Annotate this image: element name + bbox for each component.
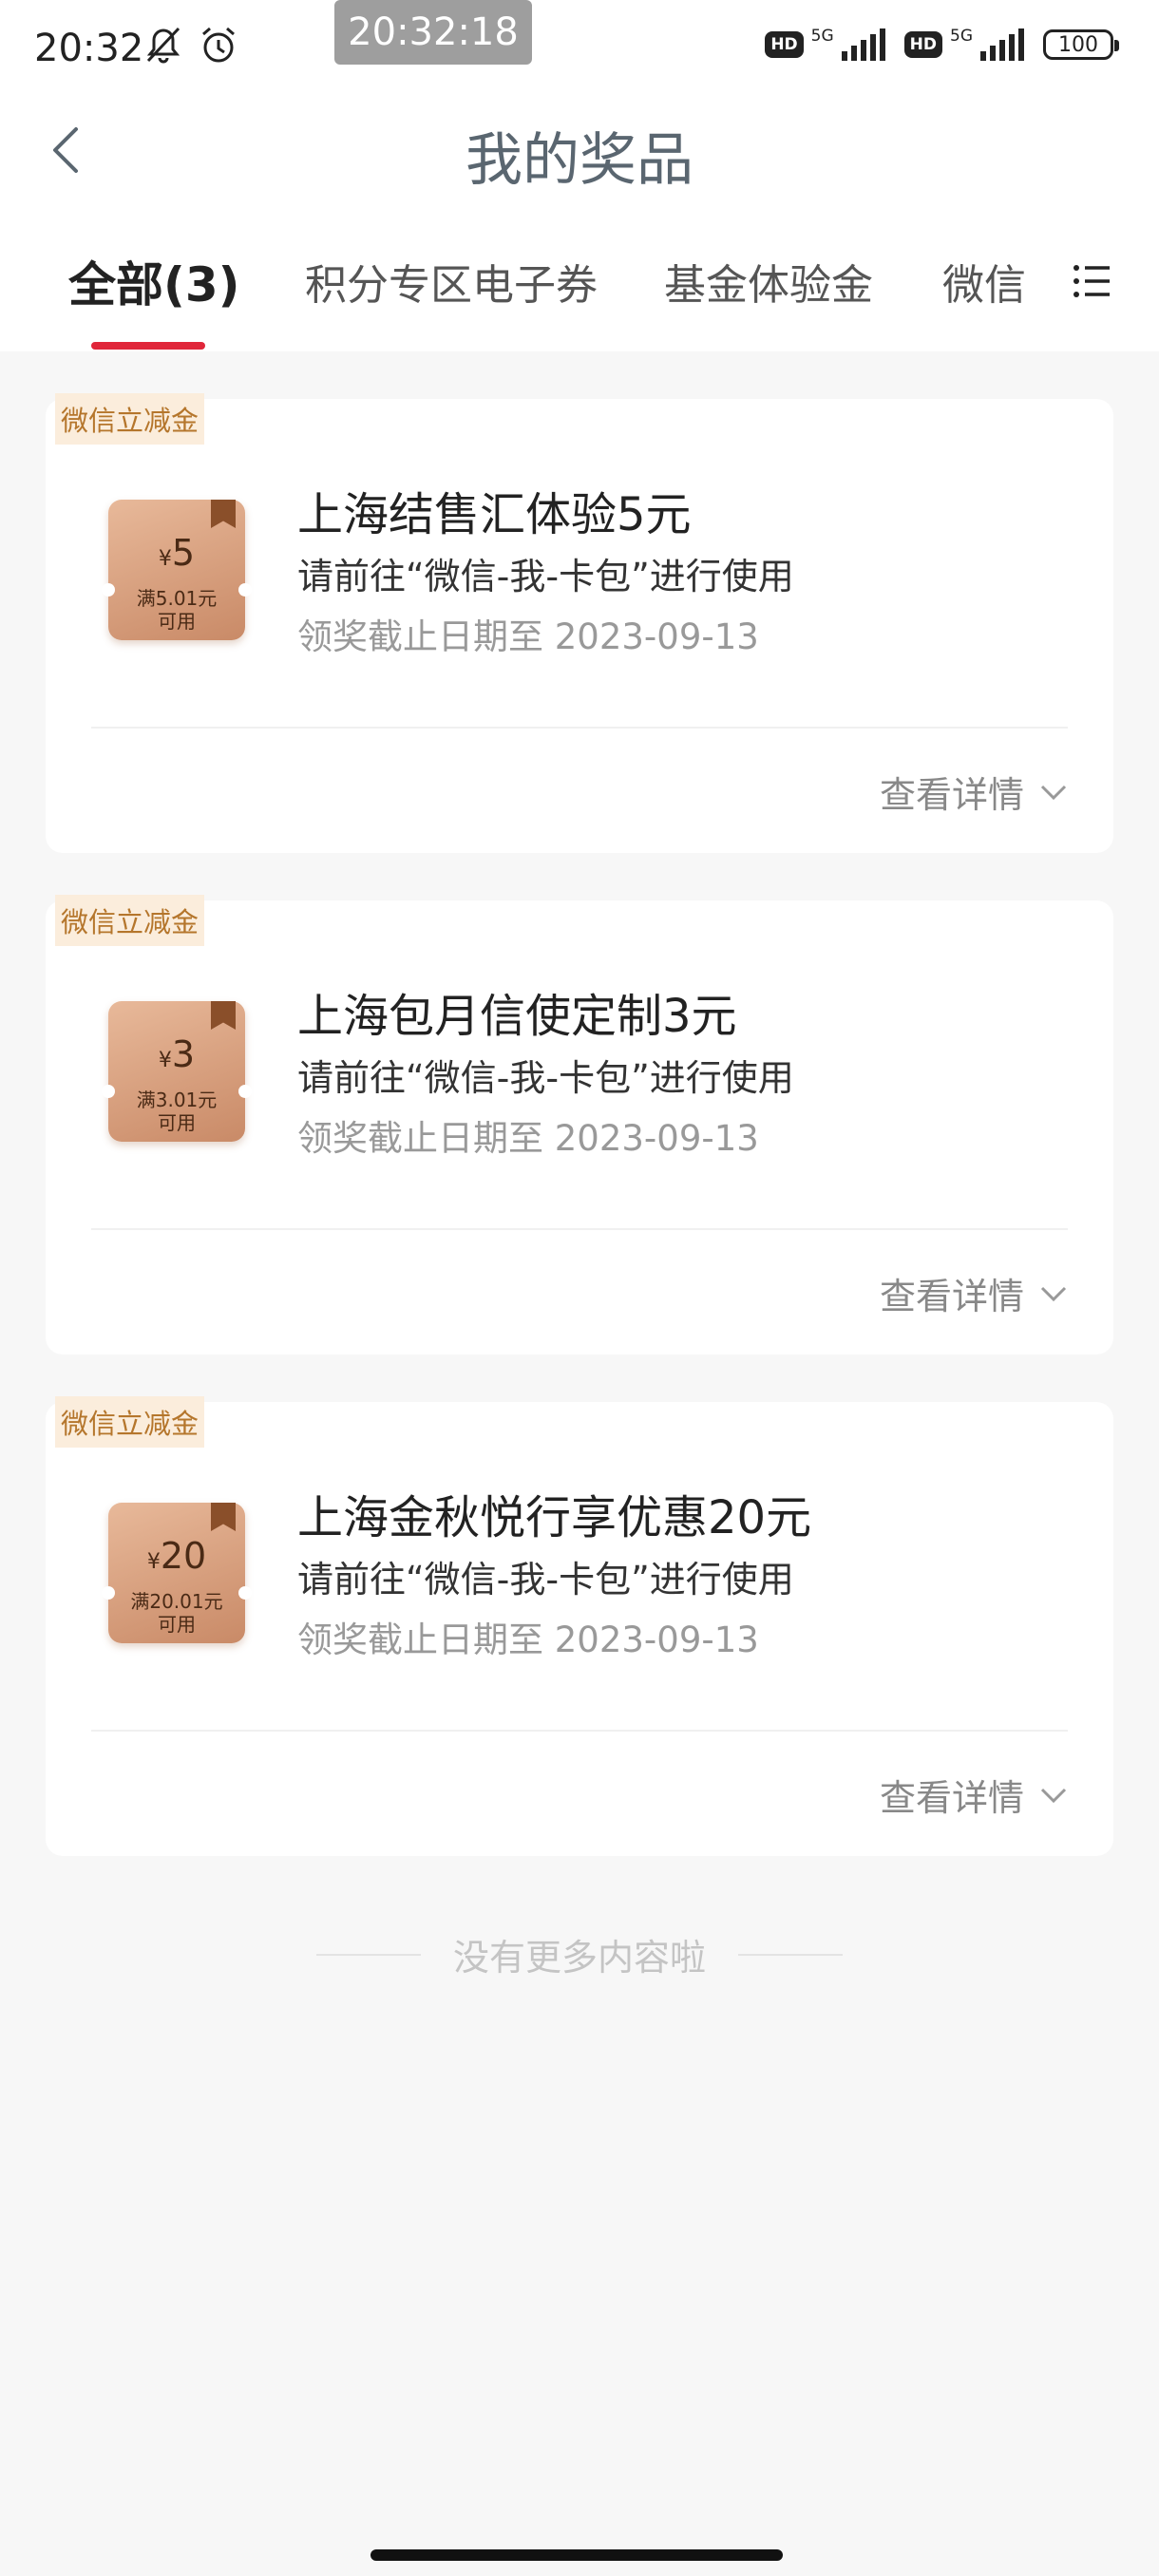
ribbon-icon xyxy=(211,1503,236,1531)
view-details-label: 查看详情 xyxy=(879,774,1024,816)
network-type: 5G xyxy=(810,27,834,46)
app-header: 我的奖品 xyxy=(0,95,1159,209)
divider xyxy=(91,1228,1068,1230)
divider xyxy=(91,727,1068,729)
prize-deadline: 领奖截止日期至 2023-09-13 xyxy=(297,1118,759,1159)
prize-title: 上海包月信使定制3元 xyxy=(297,990,737,1043)
home-indicator[interactable] xyxy=(370,2549,783,2561)
prize-type-tag: 微信立减金 xyxy=(55,1396,205,1448)
view-details-button[interactable]: 查看详情 xyxy=(880,766,1068,818)
status-icons-right: HD 5G HD 5G 100 xyxy=(765,27,1119,61)
tab-fund-trial[interactable]: 基金体验金 xyxy=(664,251,873,312)
coupon-condition: 满5.01元 可用 xyxy=(136,587,218,633)
tab-points-coupons[interactable]: 积分专区电子券 xyxy=(305,251,598,312)
tab-menu-button[interactable] xyxy=(1072,260,1113,302)
coupon-icon: ¥20 满20.01元 可用 xyxy=(102,1503,252,1643)
coupon-amount: ¥3 xyxy=(158,1033,196,1075)
hd-badge: HD xyxy=(765,31,804,58)
view-details-label: 查看详情 xyxy=(879,1777,1024,1819)
prize-deadline: 领奖截止日期至 2023-09-13 xyxy=(297,1619,759,1660)
prize-type-tag: 微信立减金 xyxy=(55,393,205,445)
network-type: 5G xyxy=(950,27,973,46)
divider xyxy=(738,1953,843,1956)
hd-badge: HD xyxy=(903,31,942,58)
page-title: 我的奖品 xyxy=(466,127,694,194)
coupon-amount: ¥5 xyxy=(158,532,196,574)
status-icons-left xyxy=(142,25,239,66)
end-of-list-note: 没有更多内容啦 xyxy=(0,1928,1159,1980)
coupon-icon: ¥3 满3.01元 可用 xyxy=(102,1001,252,1142)
prize-title: 上海金秋悦行享优惠20元 xyxy=(297,1491,812,1544)
view-details-button[interactable]: 查看详情 xyxy=(880,1267,1068,1319)
category-tabs: 全部(3) 积分专区电子券 基金体验金 微信 xyxy=(0,209,1159,351)
coupon-condition: 满20.01元 可用 xyxy=(130,1590,223,1636)
view-details-label: 查看详情 xyxy=(879,1276,1024,1317)
view-details-button[interactable]: 查看详情 xyxy=(880,1769,1068,1821)
prize-title: 上海结售汇体验5元 xyxy=(297,488,692,541)
active-tab-indicator xyxy=(91,342,205,350)
tab-wechat[interactable]: 微信 xyxy=(942,251,1026,312)
status-bar: 20:32 20:32:18 HD 5G HD 5G 100 xyxy=(0,0,1159,95)
coupon-amount: ¥20 xyxy=(146,1535,207,1577)
prize-description: 请前往“微信-我-卡包”进行使用 xyxy=(297,556,794,597)
divider xyxy=(91,1730,1068,1732)
clock-chip: 20:32:18 xyxy=(334,0,532,65)
prize-deadline: 领奖截止日期至 2023-09-13 xyxy=(297,616,759,657)
coupon-icon: ¥5 满5.01元 可用 xyxy=(102,500,252,640)
list-menu-icon xyxy=(1074,265,1110,297)
prize-card: 微信立减金 ¥20 满20.01元 可用 上海金秋悦行享优惠20元 请前往“微信-… xyxy=(46,1396,1113,1856)
end-of-list-text: 没有更多内容啦 xyxy=(452,1937,706,1979)
prize-description: 请前往“微信-我-卡包”进行使用 xyxy=(297,1057,794,1099)
prize-card: 微信立减金 ¥3 满3.01元 可用 上海包月信使定制3元 请前往“微信-我-卡包… xyxy=(46,895,1113,1354)
prize-type-tag: 微信立减金 xyxy=(55,895,205,946)
tab-all[interactable]: 全部(3) xyxy=(68,247,240,315)
chevron-down-icon xyxy=(1040,785,1067,800)
coupon-condition: 满3.01元 可用 xyxy=(136,1089,218,1134)
alarm-icon xyxy=(202,27,235,63)
signal-icon xyxy=(841,28,885,61)
status-time: 20:32 xyxy=(34,27,144,70)
prize-description: 请前往“微信-我-卡包”进行使用 xyxy=(297,1559,794,1601)
chevron-down-icon xyxy=(1040,1788,1067,1803)
divider xyxy=(315,1953,421,1956)
battery-icon: 100 xyxy=(1043,29,1119,60)
chevron-down-icon xyxy=(1040,1286,1067,1301)
mute-icon xyxy=(146,27,180,64)
ribbon-icon xyxy=(211,500,236,528)
prize-card: 微信立减金 ¥5 满5.01元 可用 上海结售汇体验5元 请前往“微信-我-卡包”… xyxy=(46,393,1113,853)
ribbon-icon xyxy=(211,1001,236,1030)
signal-icon xyxy=(980,28,1024,61)
